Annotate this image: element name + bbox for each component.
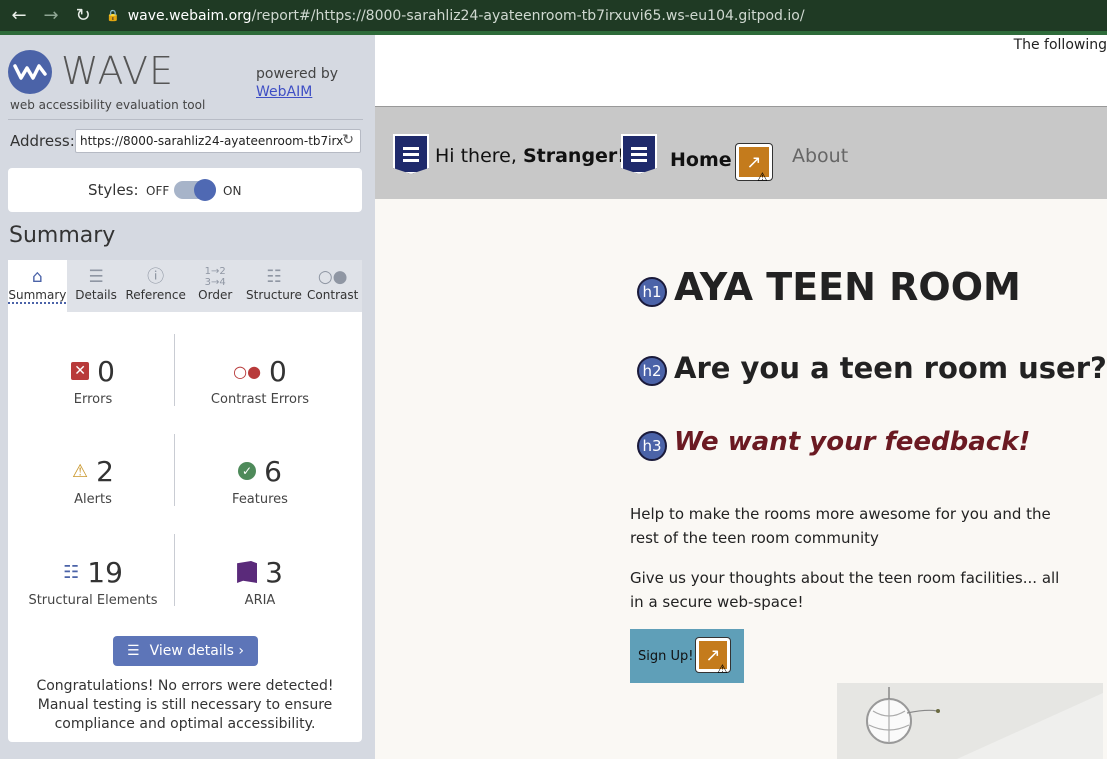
home-icon: ⌂ bbox=[31, 267, 43, 287]
tab-summary[interactable]: ⌂ Summary bbox=[8, 260, 67, 312]
view-details-button[interactable]: ☰ View details › bbox=[113, 636, 258, 666]
tab-structure[interactable]: ☷ Structure bbox=[245, 260, 304, 312]
following-text: The following bbox=[1013, 37, 1107, 53]
stat-value: 19 bbox=[87, 555, 123, 589]
view-details-label: View details › bbox=[149, 643, 244, 659]
stat-alerts[interactable]: ⚠ 2 Alerts bbox=[8, 454, 178, 508]
greeting-name: Stranger! bbox=[522, 145, 626, 167]
tab-label: Contrast bbox=[307, 288, 359, 302]
stat-value: 6 bbox=[264, 454, 282, 488]
toggle-knob bbox=[194, 179, 216, 201]
warning-icon: ⚠ bbox=[717, 662, 728, 676]
stat-label: Contrast Errors bbox=[210, 392, 310, 407]
powered-by-text: powered by bbox=[256, 66, 339, 82]
styles-off-label: OFF bbox=[146, 184, 170, 198]
congratulations-message: Congratulations! No errors were detected… bbox=[36, 678, 334, 732]
order-icon: 1→2 3→4 bbox=[204, 266, 226, 288]
warning-icon: ⚠ bbox=[757, 170, 768, 184]
page-top-strip: The following bbox=[375, 35, 1107, 106]
tab-label: Order bbox=[198, 288, 233, 302]
stat-label: Structural Elements bbox=[28, 593, 158, 608]
address-label: Address: bbox=[10, 132, 75, 150]
stat-contrast-errors[interactable]: ○● 0 Contrast Errors bbox=[175, 354, 345, 408]
tab-contrast[interactable]: ○● Contrast bbox=[303, 260, 362, 312]
styles-toggle[interactable] bbox=[174, 179, 216, 201]
site-navbar: Hi there, Stranger! Home ↗ ⚠ About bbox=[375, 106, 1107, 199]
stat-label: ARIA bbox=[244, 593, 276, 608]
lock-icon: 🔒 bbox=[106, 9, 120, 22]
address-input[interactable]: https://8000-sarahliz24-ayateenroom-tb7i… bbox=[75, 129, 361, 153]
wave-structure-icon bbox=[393, 134, 429, 174]
h1-badge-icon: h1 bbox=[637, 277, 667, 307]
tab-label: Details bbox=[75, 288, 117, 302]
alert-icon: ⚠ bbox=[72, 460, 89, 482]
wave-title: WAVE bbox=[61, 49, 175, 93]
webaim-link[interactable]: WebAIM bbox=[256, 84, 312, 100]
tab-label: Structure bbox=[246, 288, 302, 302]
powered-by: powered by WebAIM bbox=[256, 65, 338, 101]
stat-errors[interactable]: ✕ 0 Errors bbox=[8, 354, 178, 407]
stat-aria[interactable]: 3 ARIA bbox=[175, 555, 345, 608]
address-value: https://8000-sarahliz24-ayateenroom-tb7i… bbox=[80, 134, 344, 148]
reload-icon[interactable]: ↻ bbox=[70, 3, 96, 29]
aria-icon bbox=[237, 561, 258, 583]
intro-paragraph: Help to make the rooms more awesome for … bbox=[630, 505, 1051, 547]
wave-tabs: ⌂ Summary ☰ Details ⓘ Reference 1→2 3→4 O… bbox=[8, 260, 362, 312]
wave-sidebar: WAVE web accessibility evaluation tool p… bbox=[0, 35, 375, 759]
forward-arrow-icon[interactable]: → bbox=[38, 3, 64, 29]
page-heading-h2: Are you a teen room user? bbox=[674, 351, 1107, 385]
list-icon: ☰ bbox=[88, 267, 104, 287]
styles-toggle-panel: Styles: OFF ON bbox=[8, 168, 362, 212]
list-icon: ☰ bbox=[127, 643, 140, 659]
contrast-error-icon: ○● bbox=[233, 361, 262, 381]
browser-toolbar: ← → ↻ 🔒 wave.webaim.org/report#/https://… bbox=[0, 0, 1107, 31]
summary-card: ✕ 0 Errors ○● 0 Contrast Errors ⚠ 2 Aler… bbox=[8, 312, 362, 742]
stat-features[interactable]: ✓ 6 Features bbox=[175, 454, 345, 508]
summary-heading: Summary bbox=[9, 223, 116, 248]
sign-up-label: Sign Up! bbox=[638, 648, 694, 664]
tab-order[interactable]: 1→2 3→4 Order bbox=[186, 260, 245, 312]
url-host: wave.webaim.org bbox=[127, 7, 252, 24]
stat-structural-elements[interactable]: ☷ 19 Structural Elements bbox=[8, 555, 178, 609]
stat-label: Features bbox=[232, 492, 288, 507]
page-heading-h1: AYA TEEN ROOM bbox=[674, 265, 1021, 309]
h2-badge-icon: h2 bbox=[637, 356, 667, 386]
wave-structure-icon bbox=[621, 134, 657, 174]
styles-on-label: ON bbox=[223, 184, 242, 198]
tab-reference[interactable]: ⓘ Reference bbox=[125, 260, 185, 312]
stat-label: Alerts bbox=[74, 492, 112, 507]
back-arrow-icon[interactable]: ← bbox=[6, 3, 32, 29]
nav-about-link[interactable]: About bbox=[792, 145, 848, 167]
page-heading-h3: We want your feedback! bbox=[674, 427, 1031, 457]
refresh-icon[interactable]: ↻ bbox=[342, 132, 354, 148]
stat-value: 2 bbox=[96, 454, 114, 488]
info-icon: ⓘ bbox=[147, 267, 165, 287]
stat-label: Errors bbox=[73, 392, 113, 407]
structure-icon: ☷ bbox=[63, 561, 80, 583]
divider bbox=[8, 119, 363, 120]
error-icon: ✕ bbox=[71, 362, 90, 380]
url-path: /report#/https://8000-sarahliz24-ayateen… bbox=[251, 7, 805, 24]
tab-label: Summary bbox=[8, 288, 67, 304]
structure-icon: ☷ bbox=[266, 267, 282, 287]
h3-badge-icon: h3 bbox=[637, 431, 667, 461]
wave-subtitle: web accessibility evaluation tool bbox=[10, 98, 206, 112]
stat-value: 0 bbox=[269, 354, 287, 388]
room-photo bbox=[837, 683, 1103, 759]
secondary-paragraph: Give us your thoughts about the teen roo… bbox=[630, 569, 1060, 611]
tab-details[interactable]: ☰ Details bbox=[67, 260, 126, 312]
stat-value: 0 bbox=[97, 354, 115, 388]
greeting: Hi there, Stranger! bbox=[435, 145, 626, 167]
stat-value: 3 bbox=[265, 555, 283, 589]
contrast-icon: ○● bbox=[317, 267, 348, 287]
greeting-prefix: Hi there, bbox=[435, 145, 523, 167]
evaluated-page: The following Hi there, Stranger! Home ↗… bbox=[375, 35, 1107, 759]
nav-home-link[interactable]: Home bbox=[670, 149, 732, 171]
address-bar[interactable]: 🔒 wave.webaim.org/report#/https://8000-s… bbox=[106, 8, 805, 24]
styles-label: Styles: bbox=[88, 181, 139, 199]
wave-logo-icon bbox=[8, 50, 52, 94]
feature-check-icon: ✓ bbox=[238, 462, 257, 480]
tab-label: Reference bbox=[125, 288, 186, 302]
